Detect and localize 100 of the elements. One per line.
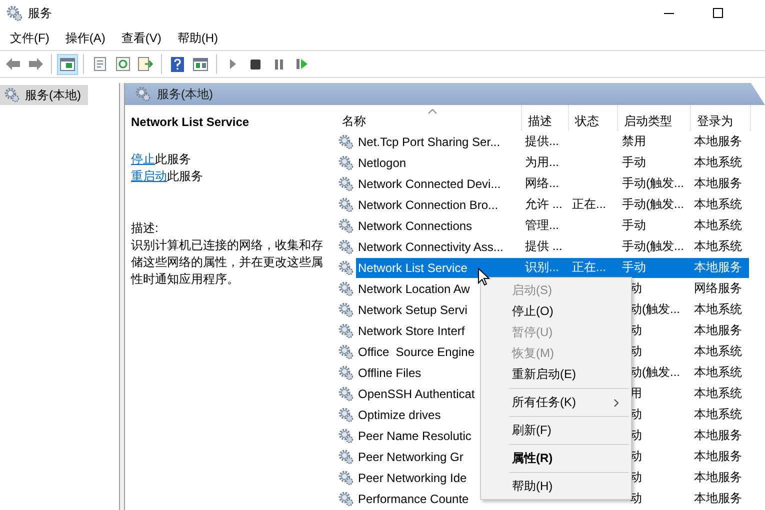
- table-cell: 网络服务: [694, 280, 742, 297]
- service-name[interactable]: Netlogon: [356, 152, 520, 172]
- menu-item[interactable]: 查看(V): [113, 26, 170, 50]
- table-cell: 禁用: [622, 133, 646, 150]
- gear-icon: [338, 490, 354, 506]
- table-cell: 手动(触发...: [622, 196, 684, 213]
- sort-caret-icon: [428, 109, 437, 114]
- gear-icon: [338, 280, 354, 296]
- service-action-text: 停止此服务: [131, 151, 192, 168]
- menu-option[interactable]: 重新启动(E): [481, 364, 631, 385]
- column-header[interactable]: 名称: [336, 105, 522, 131]
- forward-arrow-icon: [28, 57, 44, 71]
- gear-icon: [338, 134, 354, 150]
- table-cell: 本地系统: [694, 406, 742, 423]
- gear-icon: [338, 344, 354, 360]
- table-cell: 管理...: [525, 217, 560, 234]
- gear-icon: [338, 364, 354, 380]
- table-cell: 提供...: [525, 133, 560, 150]
- table-cell: 本地系统: [694, 385, 742, 402]
- table-cell: 手动: [622, 259, 646, 276]
- menu-option[interactable]: 停止(O): [481, 301, 631, 322]
- service-name[interactable]: Network Connectivity Ass...: [356, 236, 520, 256]
- table-cell: 本地系统: [694, 301, 742, 318]
- table-cell: 手动(触发...: [622, 175, 684, 192]
- document-icon: [92, 57, 106, 71]
- gear-icon: [338, 448, 354, 464]
- gear-icon: [338, 154, 354, 170]
- table-cell: 本地系统: [694, 238, 742, 255]
- help-icon: [171, 56, 184, 72]
- table-cell: 本地服务: [694, 133, 742, 150]
- action-link[interactable]: 重启动: [131, 169, 167, 183]
- column-header[interactable]: 状态: [569, 105, 618, 131]
- table-cell: 提供 ...: [525, 238, 562, 255]
- gear-icon: [338, 302, 354, 318]
- gear-icon: [338, 406, 354, 422]
- panel-title: 服务(本地): [157, 86, 213, 102]
- menu-option[interactable]: 帮助(H): [481, 476, 631, 497]
- gear-icon: [338, 176, 354, 192]
- service-name[interactable]: Network Connected Devi...: [356, 174, 520, 194]
- minimize-icon: [664, 12, 674, 14]
- action-pane-icon: [193, 58, 208, 70]
- gear-icon: [135, 86, 151, 102]
- back-arrow-icon: [4, 57, 20, 71]
- menu-item[interactable]: 帮助(H): [169, 26, 226, 50]
- resume-icon: [296, 58, 308, 70]
- service-name[interactable]: Network Connections: [356, 216, 520, 236]
- table-cell: 本地系统: [694, 343, 742, 360]
- action-link[interactable]: 停止: [131, 152, 155, 166]
- table-cell: 本地服务: [694, 175, 742, 192]
- play-icon: [228, 58, 238, 70]
- table-cell: 本地服务: [694, 469, 742, 486]
- tree-item[interactable]: 服务(本地): [0, 85, 88, 105]
- table-cell: 手动: [622, 154, 646, 171]
- pause-icon: [274, 58, 284, 70]
- table-cell: 本地系统: [694, 217, 742, 234]
- maximize-icon: [713, 8, 723, 18]
- table-cell: 本地系统: [694, 196, 742, 213]
- service-name[interactable]: Network Connection Bro...: [356, 194, 520, 214]
- cursor-icon: [478, 268, 490, 286]
- service-name[interactable]: Network List Service: [356, 258, 520, 278]
- gear-icon: [338, 322, 354, 338]
- table-cell: 允许 ...: [525, 196, 562, 213]
- chevron-right-icon: [614, 398, 619, 406]
- table-cell: 本地服务: [694, 448, 742, 465]
- gear-icon: [338, 260, 354, 276]
- menu-option[interactable]: 属性(R): [481, 448, 631, 469]
- table-cell: 为用...: [525, 154, 560, 171]
- gear-icon: [338, 238, 354, 254]
- description-text: 识别计算机已连接的网络，收集和存储这些网络的属性，并在更改这些属性时通知应用程序。: [131, 237, 324, 288]
- table-cell: 网络...: [525, 175, 560, 192]
- menu-option[interactable]: 刷新(F): [481, 420, 631, 441]
- gear-icon: [338, 470, 354, 486]
- gear-icon: [338, 196, 354, 212]
- table-cell: 正在...: [572, 259, 606, 276]
- table-cell: 识别...: [525, 259, 560, 276]
- gear-icon: [4, 87, 20, 103]
- gear-icon: [6, 4, 23, 22]
- table-cell: 本地系统: [694, 364, 742, 381]
- menu-item[interactable]: 文件(F): [2, 26, 58, 50]
- window-title: 服务: [28, 4, 53, 22]
- table-cell: 本地系统: [694, 154, 742, 171]
- column-header[interactable]: 描述: [522, 105, 569, 131]
- table-cell: 手动: [622, 217, 646, 234]
- table-cell: 本地服务: [694, 490, 742, 507]
- service-title: Network List Service: [131, 115, 250, 129]
- export-icon: [138, 57, 153, 71]
- tree-pane-icon: [60, 58, 75, 70]
- service-action-text: 重启动此服务: [131, 168, 204, 185]
- gear-icon: [338, 428, 354, 444]
- table-cell: 手动(触发...: [622, 238, 684, 255]
- menu-option[interactable]: 所有任务(K): [481, 392, 631, 413]
- stop-icon: [250, 58, 261, 70]
- column-header[interactable]: 登录为: [691, 105, 751, 131]
- table-cell: 本地服务: [694, 322, 742, 339]
- gear-icon: [338, 386, 354, 402]
- table-cell: 本地服务: [694, 259, 742, 276]
- column-header[interactable]: 启动类型: [618, 105, 691, 131]
- service-name[interactable]: Net.Tcp Port Sharing Ser...: [356, 132, 520, 152]
- table-cell: 本地服务: [694, 427, 742, 444]
- menu-item[interactable]: 操作(A): [57, 26, 114, 50]
